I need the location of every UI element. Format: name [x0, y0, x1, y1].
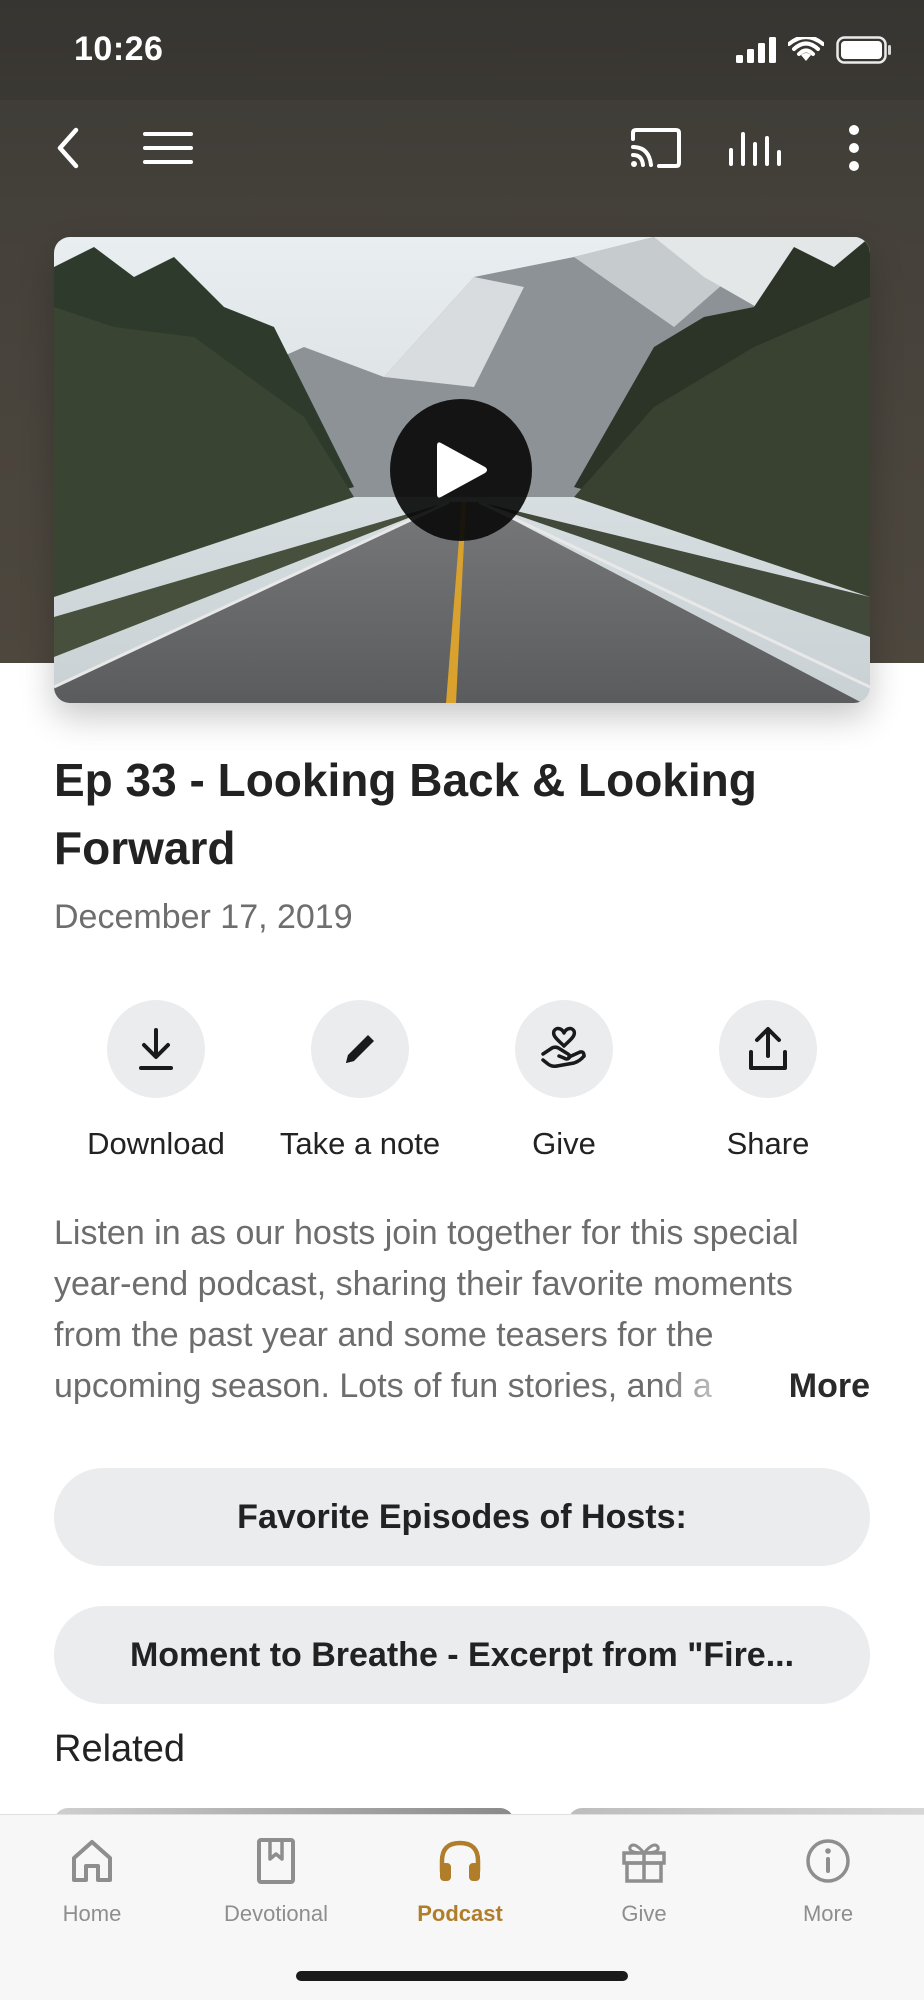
- episode-description: Listen in as our hosts join together for…: [54, 1208, 870, 1418]
- take-note-circle[interactable]: [311, 1000, 409, 1098]
- tab-more-label: More: [802, 1901, 854, 1926]
- status-icons: [736, 36, 892, 64]
- book-icon: [248, 1833, 304, 1889]
- take-note-button[interactable]: Take a note: [258, 1000, 462, 1162]
- episode-artwork[interactable]: [54, 237, 870, 703]
- play-button[interactable]: [390, 399, 532, 541]
- status-time: 10:26: [74, 30, 164, 68]
- top-toolbar: [0, 100, 924, 196]
- status-bar: 10:26: [0, 0, 924, 100]
- tab-devotional-label: Devotional: [224, 1901, 328, 1926]
- tab-give[interactable]: Give: [552, 1833, 736, 1927]
- favorite-episodes-button[interactable]: Favorite Episodes of Hosts:: [54, 1468, 870, 1566]
- gift-icon: [616, 1833, 672, 1889]
- chevron-left-icon: [57, 127, 79, 169]
- equalizer-icon: [729, 132, 781, 166]
- menu-button[interactable]: [138, 118, 198, 178]
- tab-home-label: Home: [62, 1901, 122, 1926]
- cast-button[interactable]: [626, 118, 686, 178]
- battery-icon: [836, 36, 891, 64]
- wifi-icon: [788, 37, 824, 61]
- moment-to-breathe-button[interactable]: Moment to Breathe - Excerpt from "Fire..…: [54, 1606, 870, 1704]
- tab-podcast-label: Podcast: [417, 1901, 503, 1926]
- take-note-label: Take a note: [279, 1126, 441, 1161]
- tab-more[interactable]: More: [736, 1833, 920, 1927]
- share-button[interactable]: Share: [666, 1000, 870, 1162]
- tab-give-label: Give: [621, 1901, 667, 1926]
- headphones-icon: [432, 1833, 488, 1889]
- action-row: Download Take a note Give Share: [54, 1000, 870, 1170]
- description-fade: [660, 1361, 770, 1412]
- info-icon: [800, 1833, 856, 1889]
- download-circle[interactable]: [107, 1000, 205, 1098]
- back-button[interactable]: [38, 118, 98, 178]
- give-label: Give: [532, 1126, 596, 1161]
- share-icon: [749, 1027, 787, 1070]
- more-vertical-icon: [849, 125, 859, 171]
- share-label: Share: [726, 1126, 810, 1161]
- share-circle[interactable]: [719, 1000, 817, 1098]
- play-icon: [437, 442, 487, 498]
- hand-heart-icon: [541, 1026, 586, 1068]
- related-heading: Related: [54, 1728, 185, 1770]
- home-icon: [64, 1833, 120, 1889]
- episode-title: Ep 33 - Looking Back & Looking Forward: [54, 754, 757, 874]
- give-button[interactable]: Give: [462, 1000, 666, 1162]
- home-indicator: [296, 1971, 628, 1981]
- signal-icon: [736, 37, 776, 63]
- overflow-menu-button[interactable]: [824, 118, 884, 178]
- pencil-icon: [346, 1035, 374, 1063]
- download-button[interactable]: Download: [54, 1000, 258, 1162]
- download-label: Download: [87, 1126, 225, 1161]
- tab-podcast[interactable]: Podcast: [368, 1833, 552, 1927]
- episode-date: December 17, 2019: [54, 898, 353, 936]
- hamburger-icon: [143, 132, 193, 164]
- cast-icon: [631, 128, 681, 168]
- give-circle[interactable]: [515, 1000, 613, 1098]
- tab-devotional[interactable]: Devotional: [184, 1833, 368, 1927]
- description-more-link[interactable]: More: [780, 1361, 870, 1412]
- download-icon: [139, 1028, 173, 1070]
- equalizer-button[interactable]: [724, 118, 784, 178]
- tab-home[interactable]: Home: [0, 1833, 184, 1927]
